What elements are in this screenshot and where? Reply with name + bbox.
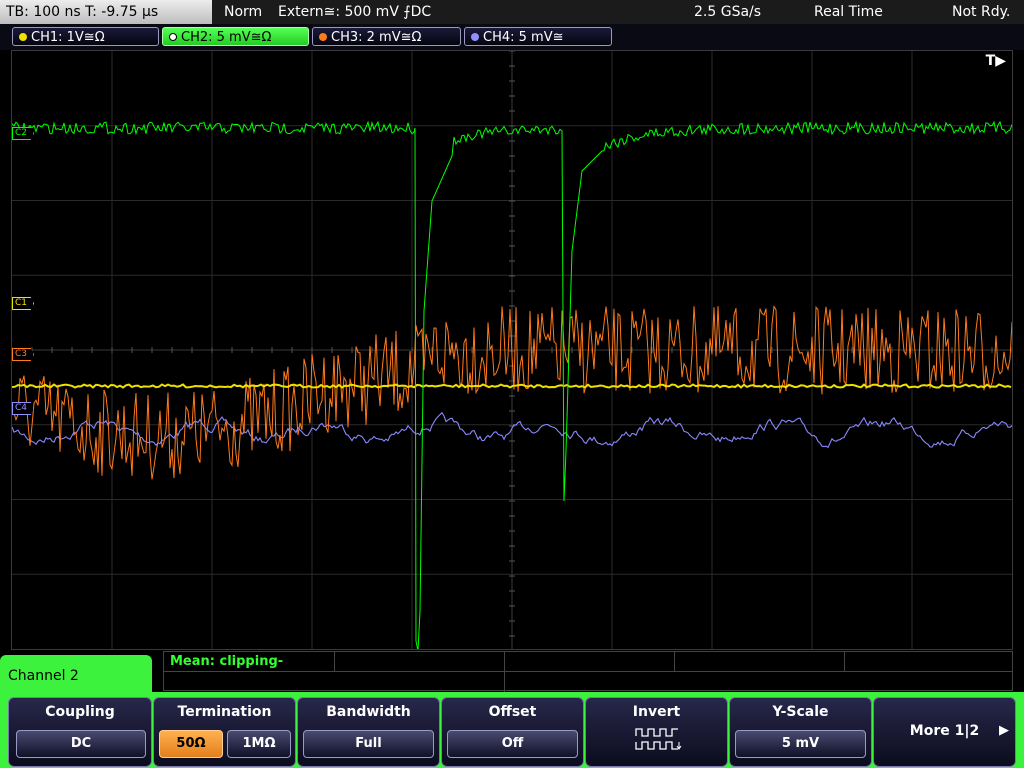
coupling-title: Coupling xyxy=(45,704,115,720)
coupling-value[interactable]: DC xyxy=(16,730,146,758)
ch1-dot-icon xyxy=(19,33,27,41)
ch2-dot-icon xyxy=(169,33,177,41)
trigger-source[interactable]: Extern≅: 500 mV ⨍DC xyxy=(278,0,431,24)
measurement-column xyxy=(674,652,675,671)
measurement-panel: Mean: clipping- xyxy=(163,651,1013,692)
menu-title: Channel 2 xyxy=(8,668,79,684)
measurement-column xyxy=(334,652,335,671)
bandwidth-key[interactable]: Bandwidth Full xyxy=(297,697,440,767)
measurement-divider xyxy=(164,671,1012,672)
measurement-result: Mean: clipping- xyxy=(170,654,284,669)
termination-title: Termination xyxy=(177,704,272,720)
waveform-canvas xyxy=(12,51,1012,649)
termination-key[interactable]: Termination 50Ω 1MΩ xyxy=(153,697,296,767)
waveform-display[interactable]: T▶ C2 C1 C3 C4 xyxy=(11,50,1013,650)
offset-key[interactable]: Offset Off xyxy=(441,697,584,767)
acquisition-state: Not Rdy. xyxy=(952,4,1011,20)
yscale-title: Y-Scale xyxy=(772,704,829,720)
ch3-level-marker[interactable]: C3 xyxy=(12,348,35,361)
trigger-mode[interactable]: Norm xyxy=(224,0,262,24)
tab-ch3-label: CH3: 2 mV≅Ω xyxy=(331,30,422,45)
invert-key[interactable]: Invert xyxy=(585,697,728,767)
termination-50ohm-option[interactable]: 50Ω xyxy=(159,730,223,758)
more-key[interactable]: More 1|2 ▶ xyxy=(873,697,1016,767)
status-bar: TB: 100 ns T: -9.75 µs Norm Extern≅: 500… xyxy=(0,0,1024,24)
more-label: More 1|2 xyxy=(909,723,980,739)
invert-title: Invert xyxy=(632,704,681,720)
ch1-level-marker[interactable]: C1 xyxy=(12,297,35,310)
channel-bar: CH1: 1V≅Ω CH2: 5 mV≅Ω CH3: 2 mV≅Ω CH4: 5… xyxy=(0,24,1024,50)
right-arrow-icon: ▶ xyxy=(999,723,1009,738)
sample-rate: 2.5 GSa/s xyxy=(694,4,762,20)
invert-waveform-icon xyxy=(635,728,682,750)
tab-ch1-label: CH1: 1V≅Ω xyxy=(31,30,105,45)
acquisition-mode: Real Time xyxy=(814,4,883,20)
offset-value[interactable]: Off xyxy=(447,730,578,758)
termination-1mohm-option[interactable]: 1MΩ xyxy=(227,730,291,758)
bandwidth-title: Bandwidth xyxy=(326,704,411,720)
tab-ch4[interactable]: CH4: 5 mV≅ xyxy=(464,27,612,46)
timebase-readout[interactable]: TB: 100 ns T: -9.75 µs xyxy=(0,0,212,24)
offset-title: Offset xyxy=(488,704,537,720)
ch3-dot-icon xyxy=(319,33,327,41)
yscale-key[interactable]: Y-Scale 5 mV xyxy=(729,697,872,767)
measurement-column xyxy=(504,652,505,692)
ch4-dot-icon xyxy=(471,33,479,41)
menu-title-box: Channel 2 xyxy=(0,655,152,700)
bandwidth-value[interactable]: Full xyxy=(303,730,434,758)
tab-ch2[interactable]: CH2: 5 mV≅Ω xyxy=(162,27,309,46)
tab-ch3[interactable]: CH3: 2 mV≅Ω xyxy=(312,27,461,46)
ch4-level-marker[interactable]: C4 xyxy=(12,402,35,415)
tab-ch1[interactable]: CH1: 1V≅Ω xyxy=(12,27,159,46)
coupling-key[interactable]: Coupling DC xyxy=(8,697,152,767)
yscale-value[interactable]: 5 mV xyxy=(735,730,866,758)
trigger-position-marker: T▶ xyxy=(985,53,1006,69)
ch2-level-marker[interactable]: C2 xyxy=(12,127,35,140)
measurement-column xyxy=(844,652,845,671)
tab-ch4-label: CH4: 5 mV≅ xyxy=(483,30,564,45)
tab-ch2-label: CH2: 5 mV≅Ω xyxy=(181,30,272,45)
